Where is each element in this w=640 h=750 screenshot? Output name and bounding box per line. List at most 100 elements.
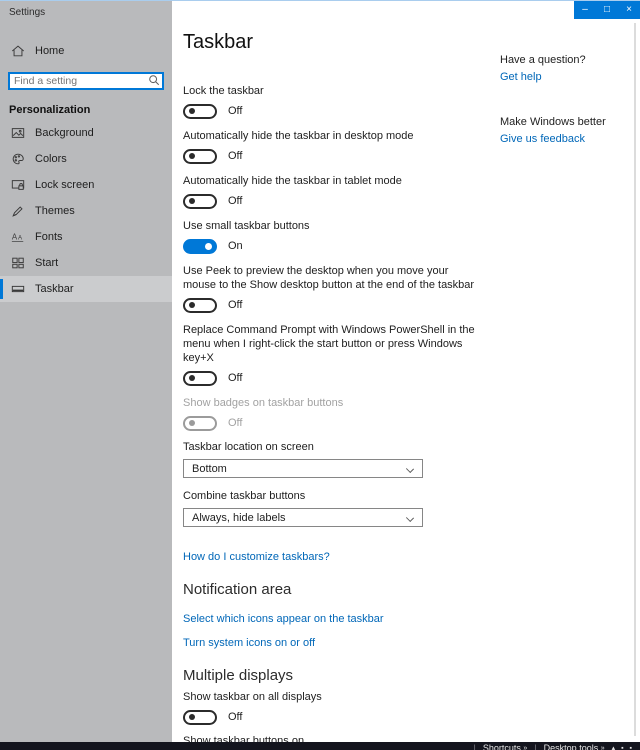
setting-group-show-all-displays: Show taskbar on all displays Off [183, 690, 492, 726]
setting-group-small-buttons: Use small taskbar buttons On [183, 219, 492, 255]
setting-label: Replace Command Prompt with Windows Powe… [183, 324, 475, 364]
toggle-state: Off [228, 299, 243, 311]
search-box [8, 71, 164, 90]
close-button[interactable]: × [618, 1, 640, 19]
dropdown-label: Combine taskbar buttons [183, 490, 306, 502]
sidebar-home-label: Home [35, 45, 65, 57]
setting-group-autohide-tablet: Automatically hide the taskbar in tablet… [183, 174, 492, 210]
setting-label: Automatically hide the taskbar in deskto… [183, 130, 414, 142]
sidebar: Settings Home Personalization Background… [0, 1, 172, 743]
toggle-state: On [228, 240, 243, 252]
maximize-icon: □ [603, 4, 611, 15]
make-windows-better-heading: Make Windows better [500, 116, 606, 128]
sidebar-item-home[interactable]: Home [11, 40, 172, 62]
taskbar-icon [11, 285, 25, 293]
sidebar-item-label: Taskbar [35, 283, 74, 295]
help-column: Have a question? Get help Make Windows b… [500, 54, 635, 145]
peek-toggle[interactable] [183, 297, 217, 313]
give-feedback-link[interactable]: Give us feedback [500, 133, 585, 145]
autohide-desktop-toggle[interactable] [183, 148, 217, 164]
show-all-displays-toggle[interactable] [183, 709, 217, 725]
sidebar-item-fonts[interactable]: AA Fonts [0, 224, 172, 250]
sidebar-item-taskbar[interactable]: Taskbar [0, 276, 172, 302]
search-icon[interactable] [148, 74, 160, 86]
dropdown-label: Taskbar location on screen [183, 441, 314, 453]
toggle-state: Off [228, 372, 243, 384]
multiple-displays-heading: Multiple displays [183, 667, 294, 684]
powershell-toggle[interactable] [183, 370, 217, 386]
setting-group-autohide-desktop: Automatically hide the taskbar in deskto… [183, 129, 492, 165]
setting-label: Show taskbar on all displays [183, 691, 322, 703]
sidebar-item-lock-screen[interactable]: Lock screen [0, 172, 172, 198]
chevron-down-icon [405, 464, 415, 474]
setting-group-badges: Show badges on taskbar buttons Off [183, 396, 492, 432]
system-icons-link[interactable]: Turn system icons on or off [183, 637, 315, 649]
toolbar-chevron-icon[interactable]: » [601, 745, 605, 750]
have-question-heading: Have a question? [500, 54, 586, 66]
sidebar-item-background[interactable]: Background [0, 120, 172, 146]
sidebar-item-label: Fonts [35, 231, 63, 243]
combine-buttons-dropdown[interactable]: Always, hide labels [183, 508, 423, 527]
sidebar-item-label: Themes [35, 205, 75, 217]
select-icons-link[interactable]: Select which icons appear on the taskbar [183, 613, 384, 625]
sidebar-item-label: Colors [35, 153, 67, 165]
svg-text:A: A [12, 233, 18, 242]
dropdown-value: Bottom [192, 462, 227, 475]
svg-text:A: A [18, 235, 23, 242]
start-icon [12, 257, 24, 269]
toggle-state: Off [228, 711, 243, 723]
toolbar-chevron-icon[interactable]: » [523, 745, 527, 750]
autohide-tablet-toggle[interactable] [183, 193, 217, 209]
sidebar-item-start[interactable]: Start [0, 250, 172, 276]
minimize-icon: – [582, 4, 588, 15]
setting-label: Lock the taskbar [183, 85, 264, 97]
small-buttons-toggle[interactable] [183, 238, 217, 254]
setting-label: Automatically hide the taskbar in tablet… [183, 175, 402, 187]
setting-group-location: Taskbar location on screen Bottom [183, 441, 492, 478]
get-help-link[interactable]: Get help [500, 71, 542, 83]
dropdown-value: Always, hide labels [192, 511, 286, 524]
taskbar-separator: | [534, 743, 537, 750]
setting-group-combine: Combine taskbar buttons Always, hide lab… [183, 490, 492, 527]
chevron-down-icon [405, 513, 415, 523]
taskbar-toolbar-shortcuts[interactable]: Shortcuts » [483, 742, 527, 750]
lock-screen-icon [11, 180, 25, 190]
sidebar-item-colors[interactable]: Colors [0, 146, 172, 172]
notification-area-heading: Notification area [183, 581, 292, 598]
settings-window: Settings Home Personalization Background… [0, 0, 640, 750]
toggle-state: Off [228, 195, 243, 207]
os-taskbar[interactable]: | Shortcuts » | Desktop tools » ▴ ▪ ▪ [0, 742, 640, 750]
window-controls: – □ × [574, 1, 640, 19]
search-input[interactable] [8, 72, 164, 90]
setting-group-peek: Use Peek to preview the desktop when you… [183, 264, 492, 314]
colors-icon [12, 153, 24, 165]
sidebar-item-label: Background [35, 127, 94, 139]
sidebar-item-label: Lock screen [35, 179, 95, 191]
fonts-icon: AA [11, 233, 24, 242]
setting-label: Use small taskbar buttons [183, 220, 310, 232]
toggle-state: Off [228, 150, 243, 162]
sidebar-item-label: Start [35, 257, 59, 269]
taskbar-location-dropdown[interactable]: Bottom [183, 459, 423, 478]
close-icon: × [626, 4, 632, 15]
sidebar-item-themes[interactable]: Themes [0, 198, 172, 224]
sidebar-section-header: Personalization [9, 104, 91, 116]
setting-group-lock-taskbar: Lock the taskbar Off [183, 84, 492, 120]
toggle-state: Off [228, 417, 243, 429]
taskbar-separator: | [473, 743, 476, 750]
app-title: Settings [9, 7, 46, 18]
system-tray-icons[interactable]: ▴ ▪ ▪ [612, 742, 634, 750]
minimize-button[interactable]: – [574, 1, 596, 19]
taskbar-toolbar-desktop-tools[interactable]: Desktop tools » [544, 742, 605, 750]
toggle-state: Off [228, 105, 243, 117]
setting-label: Use Peek to preview the desktop when you… [183, 265, 475, 291]
customize-taskbars-link[interactable]: How do I customize taskbars? [183, 551, 330, 563]
badges-toggle [183, 415, 217, 431]
themes-icon [12, 206, 23, 217]
setting-label: Show badges on taskbar buttons [183, 397, 344, 409]
maximize-button[interactable]: □ [596, 1, 618, 19]
lock-taskbar-toggle[interactable] [183, 103, 217, 119]
page-title: Taskbar [183, 31, 254, 53]
setting-group-powershell: Replace Command Prompt with Windows Powe… [183, 323, 492, 387]
background-icon [11, 128, 25, 138]
